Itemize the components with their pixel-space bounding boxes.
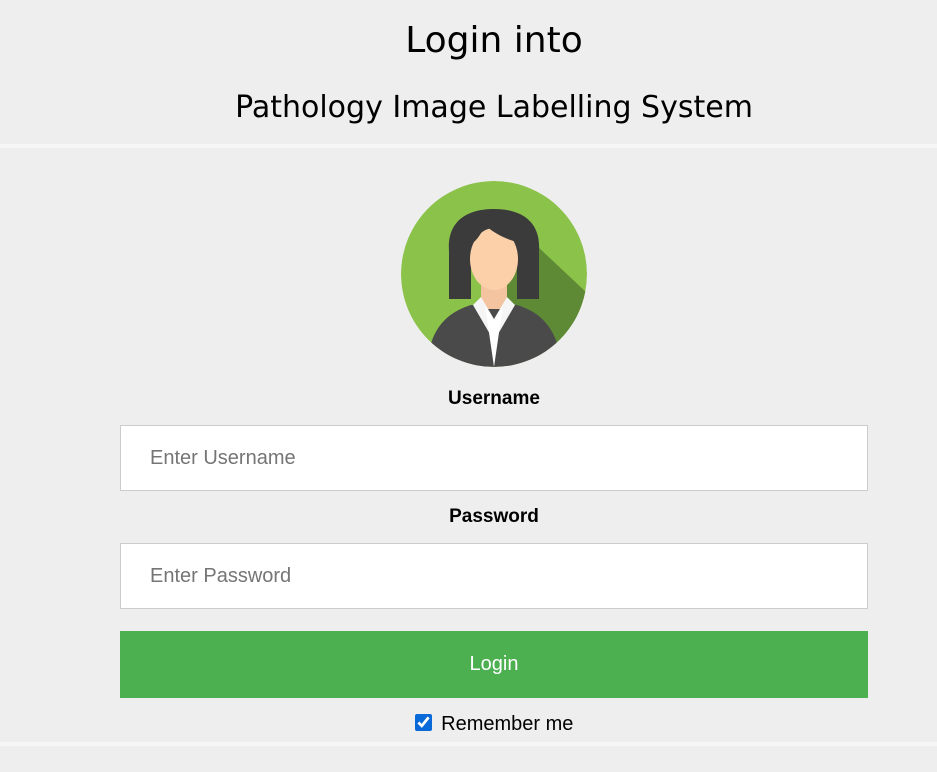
login-page: Login into Pathology Image Labelling Sys… (0, 0, 937, 772)
user-avatar-icon (401, 181, 587, 367)
header: Login into Pathology Image Labelling Sys… (0, 0, 937, 144)
page-subtitle: Pathology Image Labelling System (235, 90, 753, 125)
remember-me: Remember me (0, 710, 937, 738)
page-title: Login into (405, 20, 583, 61)
footer-strip (0, 742, 937, 772)
login-button[interactable]: Login (120, 631, 868, 698)
password-label: Password (449, 506, 539, 527)
remember-me-checkbox[interactable] (414, 714, 432, 731)
login-form: Username Password Login Remember me (0, 148, 937, 742)
username-input[interactable] (120, 425, 868, 491)
password-input[interactable] (120, 543, 868, 609)
remember-me-label: Remember me (441, 713, 574, 735)
username-label: Username (448, 388, 540, 409)
